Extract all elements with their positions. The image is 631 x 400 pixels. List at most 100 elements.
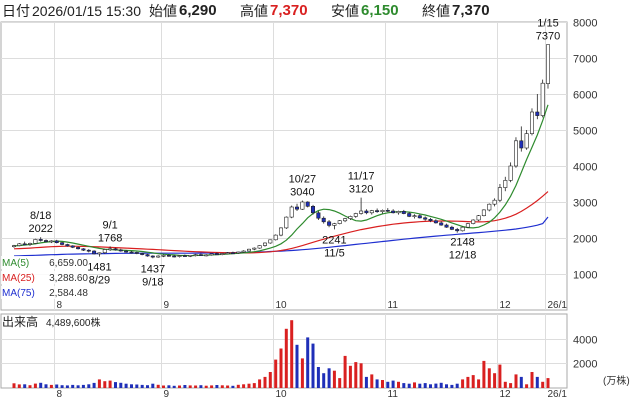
volume-bar xyxy=(455,383,459,388)
volume-bar xyxy=(247,383,251,388)
candle-body xyxy=(535,111,540,116)
volume-bar xyxy=(60,385,64,388)
volume-bar xyxy=(311,343,315,388)
candle-body xyxy=(177,255,182,257)
candle-body xyxy=(124,250,129,253)
candle-body xyxy=(12,245,17,248)
volume-bar xyxy=(167,385,171,388)
legend-ma-name: MA(25) xyxy=(2,273,35,284)
volume-y-tick-labels: 2000 4000 xyxy=(573,335,597,371)
candle-body xyxy=(401,211,406,214)
candle-body xyxy=(43,240,48,242)
volume-bar xyxy=(28,385,32,388)
candle-body xyxy=(332,223,337,226)
price-x-tick-label: 9 xyxy=(164,300,170,311)
candle-body xyxy=(113,248,118,251)
candle-body xyxy=(182,255,187,257)
volume-bar xyxy=(364,376,368,388)
volume-bar xyxy=(306,337,310,388)
candle-body xyxy=(241,250,246,253)
candle-body xyxy=(417,215,422,219)
candle-body xyxy=(108,248,113,251)
candle-body xyxy=(134,252,139,254)
volume-bar xyxy=(71,384,75,388)
candle-body xyxy=(284,216,289,229)
volume-bar xyxy=(450,384,454,388)
volume-bar xyxy=(156,384,160,388)
candle-body xyxy=(172,255,177,258)
candle-body xyxy=(278,227,283,236)
volume-bar xyxy=(471,375,475,388)
volume-bar xyxy=(44,384,48,388)
price-y-tick-label: 3000 xyxy=(573,198,597,210)
volume-bar xyxy=(12,383,16,388)
volume-bar xyxy=(514,374,518,388)
candle-body xyxy=(60,242,65,245)
legend-ma-value: 2,584.48 xyxy=(49,288,88,299)
volume-bar xyxy=(204,385,208,388)
volume-bar xyxy=(498,364,502,388)
candle-body xyxy=(22,243,27,246)
volume-bar xyxy=(49,384,53,388)
volume-x-tick-label: 26/1 xyxy=(548,389,568,400)
volume-bar xyxy=(322,373,326,388)
volume-bar xyxy=(466,376,470,388)
volume-unit: (万株) xyxy=(603,374,630,387)
annotation-value: 1437 xyxy=(141,263,165,275)
legend-ma-value: 6,659.00 xyxy=(49,258,88,269)
volume-bar xyxy=(114,382,117,388)
volume-x-tick-label: 9 xyxy=(164,389,170,400)
legend-ma-value: 3,288.60 xyxy=(49,273,88,284)
candle-body xyxy=(204,254,209,257)
candle-body xyxy=(444,224,449,228)
volume-bar xyxy=(530,372,534,388)
volume-bar xyxy=(33,383,37,388)
volume-bar xyxy=(402,383,406,388)
candle-body xyxy=(27,243,32,245)
candle-body xyxy=(375,210,380,213)
candle-body xyxy=(439,222,444,226)
volume-value: 4,489,600株 xyxy=(46,316,101,329)
volume-x-tick-label: 8 xyxy=(57,389,63,400)
candle-body xyxy=(209,253,214,256)
annotation-date: 11/5 xyxy=(324,247,345,259)
candle-body xyxy=(86,249,91,252)
price-x-tick-label: 12 xyxy=(500,300,512,311)
volume-bar xyxy=(236,384,240,388)
annotation-date: 11/17 xyxy=(348,171,375,183)
volume-bar xyxy=(220,385,224,388)
volume-bar xyxy=(274,359,278,388)
volume-bar xyxy=(535,376,539,388)
candle-body xyxy=(49,240,54,243)
volume-bar xyxy=(525,384,529,388)
candle-body xyxy=(391,210,396,214)
annotation-date: 8/18 xyxy=(30,210,51,222)
candle-body xyxy=(257,245,262,249)
price-y-tick-label: 4000 xyxy=(573,162,597,174)
volume-y-tick-label: 2000 xyxy=(573,359,597,371)
candle-body xyxy=(225,252,230,255)
candle-body xyxy=(529,111,534,134)
volume-label: 出来高 xyxy=(2,314,38,329)
volume-x-tick-label: 10 xyxy=(276,389,288,400)
volume-bar xyxy=(119,382,123,388)
candle-body xyxy=(70,245,75,248)
candle-body xyxy=(487,203,492,211)
volume-bar xyxy=(423,383,427,388)
volume-bar xyxy=(124,383,128,388)
volume-bar xyxy=(493,373,497,388)
volume-bar xyxy=(268,372,272,388)
volume-bar xyxy=(226,385,230,388)
candle-body xyxy=(310,206,315,214)
candle-body xyxy=(76,247,81,250)
candle-body xyxy=(230,252,235,255)
annotation-value: 3120 xyxy=(349,184,373,196)
candle-body xyxy=(316,212,321,219)
volume-bar xyxy=(370,374,374,388)
volume-bar xyxy=(87,384,91,388)
price-y-tick-label: 5000 xyxy=(573,126,597,138)
volume-bar xyxy=(65,385,69,388)
price-y-tick-labels: 1000 2000 3000 4000 5000 6000 7000 8000 xyxy=(573,18,597,282)
volume-bar xyxy=(215,385,219,388)
candle-body xyxy=(428,219,433,222)
